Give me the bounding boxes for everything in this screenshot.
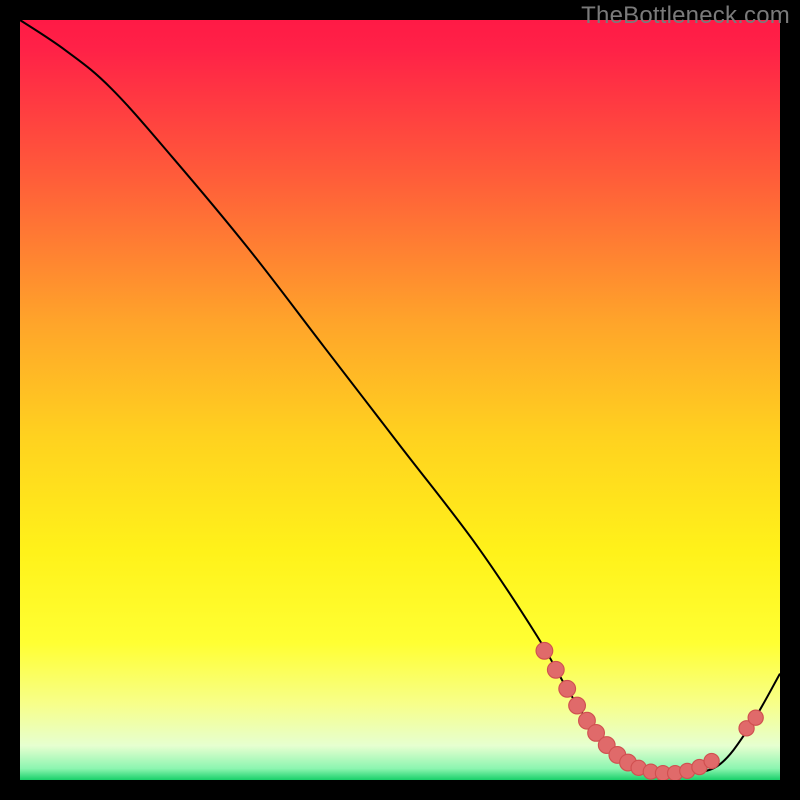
bottleneck-curve [20, 20, 780, 773]
data-marker [547, 661, 564, 678]
data-marker [704, 753, 719, 768]
data-marker [748, 710, 763, 725]
chart-frame: TheBottleneck.com [0, 0, 800, 800]
data-marker [559, 680, 576, 697]
data-marker [536, 642, 553, 659]
watermark-label: TheBottleneck.com [581, 2, 790, 30]
plot-area [20, 20, 780, 780]
curve-layer [20, 20, 780, 780]
data-marker [569, 697, 586, 714]
marker-group [536, 642, 763, 780]
